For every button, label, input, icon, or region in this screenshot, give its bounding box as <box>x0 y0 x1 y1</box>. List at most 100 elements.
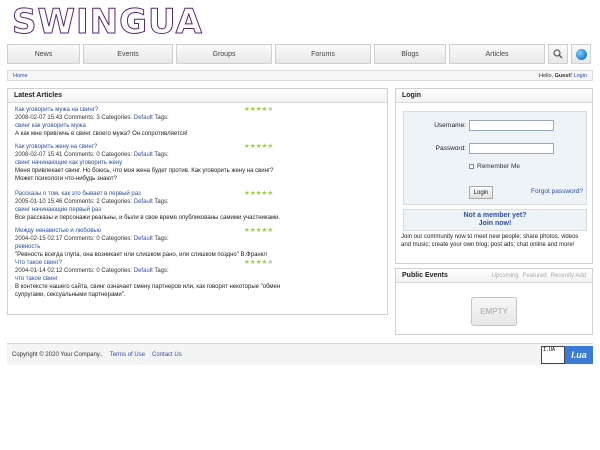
language-button[interactable] <box>571 44 591 64</box>
footer: Copyright © 2020 Your Company.. Terms of… <box>7 343 593 365</box>
remember-checkbox[interactable] <box>469 164 474 169</box>
rating-stars: ★ ★ ★ ★ ★ <box>244 259 273 266</box>
rating-stars: ★ ★ ★ ★ ★ <box>244 227 273 234</box>
events-header: Public Events Upcoming Featured Recently… <box>396 269 592 283</box>
tab-upcoming[interactable]: Upcoming <box>492 273 519 279</box>
article-date: 2008-02-07 15:43 <box>15 115 63 121</box>
article-tags[interactable]: ревность <box>15 243 283 251</box>
article-item: Как уговорить мужа на свинг? 2008-02-07 1… <box>15 106 283 138</box>
nav-blogs[interactable]: Blogs <box>374 44 446 64</box>
contact-link[interactable]: Contact Us <box>152 352 182 358</box>
star-icon: ★ <box>267 227 274 234</box>
greeting-guest: Guest! <box>554 72 572 79</box>
article-title[interactable]: Рассказы о том, как это бывает в первый … <box>15 190 283 198</box>
nav-articles[interactable]: Articles <box>449 44 545 64</box>
article-categories-label: Categories: <box>101 115 133 121</box>
rating-stars: ★ ★ ★ ★ ★ <box>244 143 273 150</box>
events-tabs: Upcoming Featured Recently Add <box>492 273 586 279</box>
article-category[interactable]: Default <box>134 199 153 205</box>
forgot-password-link[interactable]: Forgot password? <box>531 188 583 195</box>
join-now-link[interactable]: Join now! <box>404 220 586 228</box>
article-body: Все рассказы и персонажи реальны, и были… <box>15 215 281 221</box>
article-tags[interactable]: свинг как уговорить мужа <box>15 122 283 130</box>
article-date: 2004-02-15 02:17 <box>15 236 63 242</box>
tab-recently-added[interactable]: Recently Add <box>551 273 586 279</box>
search-icon <box>553 49 563 59</box>
nav-groups[interactable]: Groups <box>176 44 272 64</box>
events-heading: Public Events <box>402 272 448 279</box>
article-body: А как мне привлечь в свинг своего мужа? … <box>15 131 188 137</box>
article-body: В контексте нашего сайта, свинг означает… <box>15 284 281 298</box>
header-login-link[interactable]: Login <box>574 73 587 79</box>
article-meta: 2008-02-07 15:43 Comments: 3 Categories:… <box>15 114 283 122</box>
remember-label: Remember Me <box>477 163 520 170</box>
star-icon: ★ <box>267 190 274 197</box>
article-category[interactable]: Default <box>134 268 153 274</box>
star-icon: ★ <box>267 106 274 113</box>
login-button[interactable]: Login <box>469 186 493 199</box>
terms-link[interactable]: Terms of Use <box>110 352 145 358</box>
login-heading: Login <box>396 89 592 103</box>
globe-icon <box>575 48 587 60</box>
greeting: Hello, Guest! Login <box>539 73 587 79</box>
counter-badge-label: I.UA <box>543 347 556 353</box>
empty-placeholder: EMPTY <box>471 297 517 326</box>
article-comments: Comments: 0 <box>64 268 100 274</box>
password-label: Password: <box>435 145 466 152</box>
article-tags[interactable]: что такое свинг <box>15 275 283 283</box>
counter-badge[interactable]: I.UA I.ua <box>541 346 593 364</box>
article-tags[interactable]: свинг начинающие первый раз <box>15 206 283 214</box>
tab-featured[interactable]: Featured <box>523 273 547 279</box>
article-item: Между ненавистью и любовью 2004-02-15 02:… <box>15 227 283 259</box>
greeting-hello: Hello, <box>538 72 554 79</box>
article-comments: Comments: 0 <box>64 236 100 242</box>
site-logo[interactable]: SWINGUA <box>12 2 203 43</box>
star-icon: ★ <box>267 259 274 266</box>
breadcrumb-home[interactable]: Home <box>13 73 28 79</box>
counter-badge-logo: I.ua <box>565 346 593 364</box>
rating-stars: ★ ★ ★ ★ ★ <box>244 190 273 197</box>
article-category[interactable]: Default <box>134 152 153 158</box>
article-item: Рассказы о том, как это бывает в первый … <box>15 190 283 222</box>
article-tags-label: Tags: <box>154 115 169 121</box>
rating-stars: ★ ★ ★ ★ ★ <box>244 106 273 113</box>
article-item: Как уговорить жену на свинг? 2008-02-07 1… <box>15 143 283 183</box>
article-title[interactable]: Что такое свинг? <box>15 259 283 267</box>
article-comments: Comments: 3 <box>64 115 100 121</box>
username-input[interactable] <box>469 120 554 131</box>
article-comments: Comments: 2 <box>64 199 100 205</box>
nav-events[interactable]: Events <box>83 44 173 64</box>
article-title[interactable]: Между ненавистью и любовью <box>15 227 283 235</box>
join-box[interactable]: Not a member yet? Join now! <box>403 209 587 231</box>
nav-news[interactable]: News <box>7 44 80 64</box>
not-member-text: Not a member yet? <box>463 212 527 219</box>
login-form: Username: Password: Remember Me Login Fo… <box>403 111 587 205</box>
article-date: 2008-02-07 15:41 <box>15 152 63 158</box>
search-button[interactable] <box>548 44 568 64</box>
star-icon: ★ <box>267 143 274 150</box>
article-date: 2005-01-10 15:46 <box>15 199 63 205</box>
article-date: 2004-01-14 02:12 <box>15 268 63 274</box>
article-category[interactable]: Default <box>134 115 153 121</box>
article-tags-label: Tags: <box>154 199 169 205</box>
article-meta: 2005-01-10 15:46 Comments: 2 Categories:… <box>15 198 283 206</box>
article-comments: Comments: 0 <box>64 152 100 158</box>
article-categories-label: Categories: <box>101 236 133 242</box>
article-category[interactable]: Default <box>134 236 153 242</box>
username-label: Username: <box>434 122 466 129</box>
article-tags-label: Tags: <box>154 152 169 158</box>
latest-articles-heading: Latest Articles <box>8 89 387 103</box>
breadcrumb: Home Hello, Guest! Login <box>7 70 593 81</box>
article-title[interactable]: Как уговорить жену на свинг? <box>15 143 283 151</box>
article-body: Меня привлекает свинг. Но боюсь, что моя… <box>15 168 274 182</box>
nav-forums[interactable]: Forums <box>275 44 371 64</box>
password-input[interactable] <box>469 143 554 154</box>
logo-text: SWINGUA <box>12 2 203 43</box>
article-categories-label: Categories: <box>101 152 133 158</box>
public-events-panel: Public Events Upcoming Featured Recently… <box>395 268 593 335</box>
article-tags[interactable]: свинг начинающие как уговорить жену <box>15 159 283 167</box>
article-title[interactable]: Как уговорить мужа на свинг? <box>15 106 283 114</box>
article-tags-label: Tags: <box>154 236 169 242</box>
article-meta: 2004-02-15 02:17 Comments: 0 Categories:… <box>15 235 283 243</box>
join-description: Join our community now to meet new peopl… <box>401 234 579 248</box>
